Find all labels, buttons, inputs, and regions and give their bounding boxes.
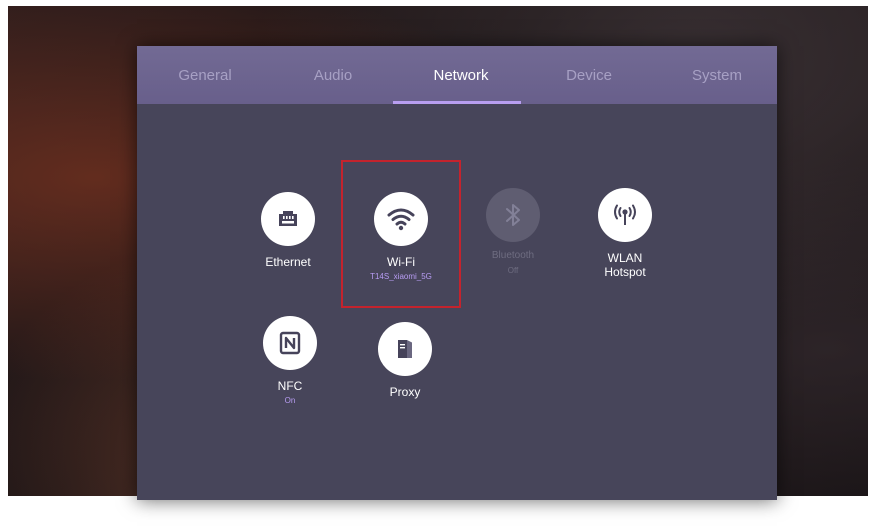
tab-device[interactable]: Device: [525, 46, 653, 104]
nfc-status: On: [284, 396, 296, 405]
ethernet-label: Ethernet: [265, 255, 311, 269]
wlan-hotspot-label: WLAN Hotspot: [604, 251, 646, 279]
active-tab-indicator: [393, 101, 521, 104]
ethernet-port-icon: [261, 192, 315, 246]
hotspot-antenna-icon: [598, 188, 652, 242]
bluetooth-tile[interactable]: Bluetooth Off: [458, 188, 568, 275]
tab-system[interactable]: System: [653, 46, 781, 104]
tab-network[interactable]: Network: [397, 46, 525, 104]
settings-tab-bar: General Audio Network Device System: [137, 46, 777, 104]
nfc-icon: [263, 316, 317, 370]
nfc-tile[interactable]: NFC On: [235, 316, 345, 405]
proxy-tile[interactable]: Proxy: [350, 322, 460, 399]
nfc-label: NFC: [277, 379, 303, 393]
bluetooth-label: Bluetooth: [491, 250, 535, 261]
tab-general[interactable]: General: [141, 46, 269, 104]
bluetooth-icon: [486, 188, 540, 242]
proxy-label: Proxy: [389, 385, 421, 399]
selection-highlight: [341, 160, 461, 308]
wlan-hotspot-tile[interactable]: WLAN Hotspot: [570, 188, 680, 279]
tab-audio[interactable]: Audio: [269, 46, 397, 104]
proxy-server-icon: [378, 322, 432, 376]
ethernet-tile[interactable]: Ethernet: [233, 192, 343, 269]
bluetooth-status: Off: [507, 266, 519, 275]
